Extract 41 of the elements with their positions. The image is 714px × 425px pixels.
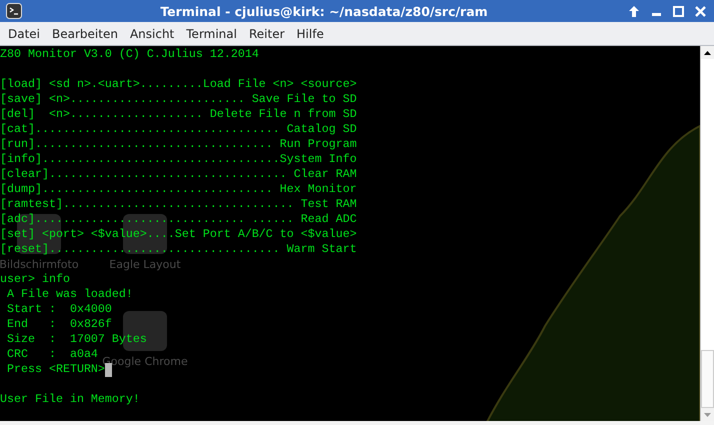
terminal-line: A File was loaded! [6, 287, 133, 302]
terminal-line: [info]..................................System Info [0, 152, 357, 167]
menu-item[interactable]: Terminal [180, 24, 243, 42]
terminal-line: CRC : a0a4 [6, 347, 98, 362]
terminal-line: End : 0x826f [6, 317, 112, 332]
menu-item[interactable]: Hilfe [290, 24, 330, 42]
terminal-line: [cat]................................... Catalog SD [0, 122, 357, 137]
terminal-line: Start : 0x4000 [6, 302, 112, 317]
terminal-line: user> info [0, 272, 70, 287]
terminal-line: [set] <port> <$value>....Set Port A/B/C to <$value> [0, 227, 357, 242]
terminal-line: [clear].................................. Clear RAM [0, 167, 357, 182]
terminal-line: [ramtest]................................. Test RAM [0, 197, 357, 212]
menu-item[interactable]: Reiter [242, 24, 291, 42]
minimize-icon [652, 12, 660, 16]
maximize-button[interactable] [670, 3, 686, 19]
terminal-line: [save] <n>......................... Save File to SD [0, 92, 357, 107]
up-arrow-icon [629, 6, 639, 16]
terminal-line: Size : 17007 Bytes [6, 332, 147, 347]
menu-item[interactable]: Bearbeiten [46, 24, 124, 42]
close-button[interactable] [692, 3, 708, 19]
close-icon [694, 6, 706, 16]
terminal-line: [adc].............................. ...... Read ADC [0, 212, 357, 227]
terminal-line: [reset]................................. Warm Start [0, 242, 357, 257]
terminal-line: [dump]................................. Hex Monitor [0, 182, 357, 197]
menu-item[interactable]: Datei [2, 24, 46, 42]
scrollbar-thumb[interactable] [701, 350, 714, 408]
up-triangle-icon [704, 50, 711, 54]
terminal-line: [del] <n>................... Delete File n from SD [0, 107, 357, 122]
terminal-line: Press <RETURN> [6, 362, 105, 377]
menu-item[interactable]: Ansicht [124, 24, 180, 42]
terminal-line: [run].................................. Run Program [0, 137, 357, 152]
down-triangle-icon [704, 412, 711, 416]
scroll-up-button[interactable] [701, 46, 714, 59]
terminal-line: [load] <sd n>.<uart>.........Load File <n> <source> [0, 77, 357, 92]
terminal-icon [6, 3, 22, 19]
scroll-down-button[interactable] [701, 408, 714, 421]
scrollbar[interactable] [700, 46, 714, 421]
terminal-line: User File in Memory! [0, 392, 140, 407]
terminal-line: Z80 Monitor V3.0 (C) C.Julius 12.2014 [0, 47, 259, 62]
window-title: Terminal - cjulius@kirk: ~/nasdata/z80/src/ram [159, 4, 489, 18]
maximize-icon [672, 6, 684, 16]
